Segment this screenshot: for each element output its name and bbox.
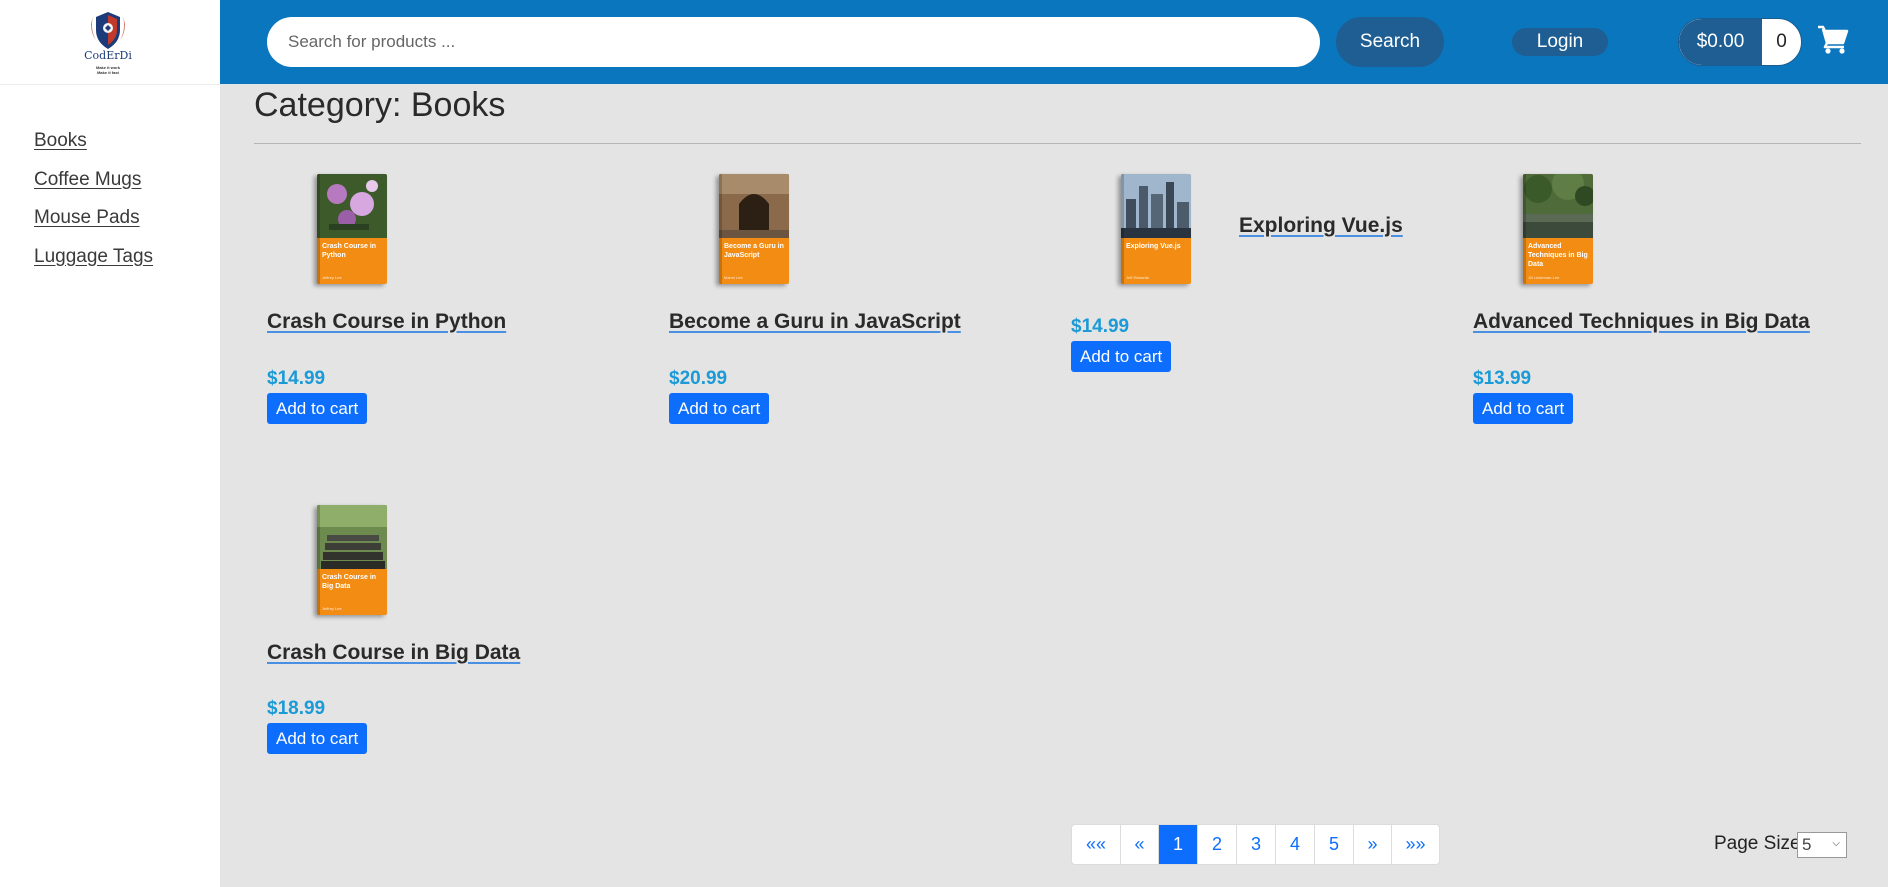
product-price: $14.99 xyxy=(1071,316,1130,337)
next-page-button[interactable]: » xyxy=(1353,825,1391,864)
category-link[interactable]: Coffee Mugs xyxy=(34,169,141,190)
cover-author: Jeffrey Lee xyxy=(322,606,342,611)
cover-title: Become a Guru in JavaScript xyxy=(724,243,784,259)
shopping-cart-icon[interactable] xyxy=(1817,24,1849,54)
add-to-cart-button[interactable]: Add to cart xyxy=(267,393,368,424)
brand-tagline: Make it work Make it fast xyxy=(95,65,120,75)
page-size-select[interactable]: 5 ⌵ xyxy=(1797,832,1847,858)
cart-status[interactable]: $0.00 0 xyxy=(1678,18,1802,66)
divider xyxy=(0,84,220,85)
last-page-button[interactable]: »» xyxy=(1391,825,1439,864)
category-nav: Books Coffee Mugs Mouse Pads Luggage Tag… xyxy=(34,130,153,284)
add-to-cart-button[interactable]: Add to cart xyxy=(1473,393,1574,424)
category-link[interactable]: Mouse Pads xyxy=(34,207,140,228)
book-cover-image[interactable]: Crash Course in Python Jeffrey Lee xyxy=(317,174,387,284)
page-button-3[interactable]: 3 xyxy=(1236,825,1275,864)
cover-author: Jeff Edwards xyxy=(1126,275,1150,280)
product-price: $13.99 xyxy=(1473,368,1532,389)
page-button-1[interactable]: 1 xyxy=(1158,825,1197,864)
page-size-label: Page Size xyxy=(1714,833,1801,854)
flower-photo xyxy=(317,174,387,238)
stone-steps-photo xyxy=(317,505,387,569)
product-price: $18.99 xyxy=(267,698,326,719)
search-button[interactable]: Search xyxy=(1336,17,1444,67)
cover-author: Jeffrey Lee xyxy=(322,275,342,280)
page-size-value: 5 xyxy=(1802,835,1812,854)
product-price: $20.99 xyxy=(669,368,728,389)
page-button-5[interactable]: 5 xyxy=(1314,825,1353,864)
cover-author: Jill Lindeman-Lee xyxy=(1528,275,1560,280)
product-price: $14.99 xyxy=(267,368,326,389)
archway-photo xyxy=(719,174,789,238)
sidebar-item-mouse-pads: Mouse Pads xyxy=(34,207,153,246)
title-divider xyxy=(254,143,1861,144)
category-link[interactable]: Books xyxy=(34,130,87,151)
sidebar-item-books: Books xyxy=(34,130,153,169)
chevron-down-icon: ⌵ xyxy=(1832,838,1840,849)
search-input[interactable] xyxy=(267,17,1320,67)
forest-pond-photo xyxy=(1523,174,1593,238)
add-to-cart-button[interactable]: Add to cart xyxy=(267,723,368,754)
login-button[interactable]: Login xyxy=(1512,28,1608,56)
product-title-link[interactable]: Become a Guru in JavaScript xyxy=(669,310,961,334)
brand-logo[interactable]: CodErDi Make it work Make it fast xyxy=(78,10,138,76)
cover-title: Crash Course in Python xyxy=(322,243,377,259)
product-title-link[interactable]: Exploring Vue.js xyxy=(1239,214,1403,238)
crest-icon xyxy=(91,12,125,49)
cover-title: Exploring Vue.js xyxy=(1126,243,1181,250)
product-title-link[interactable]: Crash Course in Python xyxy=(267,310,506,334)
brand-name: CodErDi xyxy=(84,49,132,62)
sidebar: CodErDi Make it work Make it fast Books C… xyxy=(0,0,220,887)
book-cover-image[interactable]: Crash Course in Big Data Jeffrey Lee xyxy=(317,505,387,615)
sidebar-item-coffee-mugs: Coffee Mugs xyxy=(34,169,153,208)
pagination: «« « 1 2 3 4 5 » »» xyxy=(1071,824,1440,865)
page-button-4[interactable]: 4 xyxy=(1275,825,1314,864)
book-cover-image[interactable]: Become a Guru in JavaScript Manni Lee xyxy=(719,174,789,284)
top-header: Search Login $0.00 0 xyxy=(220,0,1888,84)
book-cover-image[interactable]: Advanced Techniques in Big Data Jill Lin… xyxy=(1523,174,1593,284)
add-to-cart-button[interactable]: Add to cart xyxy=(669,393,770,424)
page-button-2[interactable]: 2 xyxy=(1197,825,1236,864)
book-cover-image[interactable]: Exploring Vue.js Jeff Edwards xyxy=(1121,174,1191,284)
add-to-cart-button[interactable]: Add to cart xyxy=(1071,341,1172,372)
product-title-link[interactable]: Advanced Techniques in Big Data xyxy=(1473,310,1810,334)
cover-author: Manni Lee xyxy=(724,275,743,280)
cover-title: Crash Course in Big Data xyxy=(322,574,377,590)
first-page-button[interactable]: «« xyxy=(1072,825,1120,864)
cover-title: Advanced Techniques in Big Data xyxy=(1528,243,1588,268)
category-link[interactable]: Luggage Tags xyxy=(34,246,153,267)
sidebar-item-luggage-tags: Luggage Tags xyxy=(34,246,153,285)
previous-page-button[interactable]: « xyxy=(1120,825,1158,864)
cart-count: 0 xyxy=(1776,31,1787,52)
city-skyline-photo xyxy=(1121,174,1191,238)
page-title: Category: Books xyxy=(254,86,506,124)
product-title-link[interactable]: Crash Course in Big Data xyxy=(267,641,520,665)
cart-total: $0.00 xyxy=(1679,19,1762,65)
